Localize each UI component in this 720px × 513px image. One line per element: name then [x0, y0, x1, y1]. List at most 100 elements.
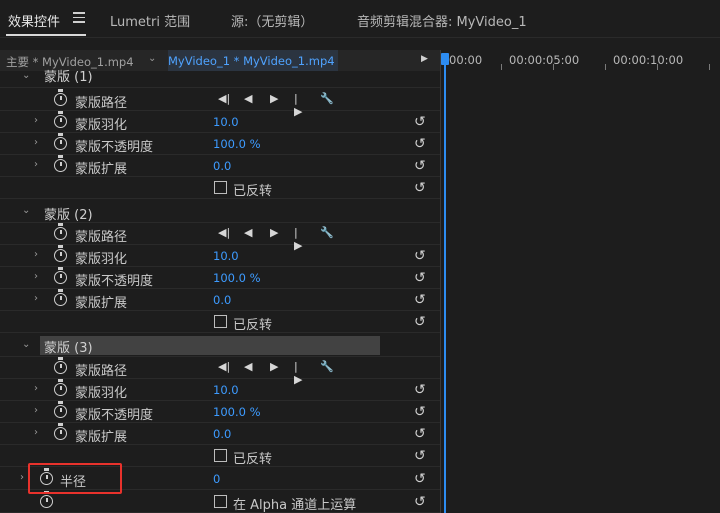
- chevron-down-icon[interactable]: ⌄: [22, 205, 30, 216]
- mask-path-row: 蒙版路径 ◀| ◀ ▶ |▶ 🔧: [0, 223, 440, 252]
- mask-opacity-value[interactable]: 100.0 %: [213, 405, 261, 419]
- chevron-down-icon[interactable]: ⌄: [148, 53, 156, 64]
- stopwatch-icon[interactable]: [54, 133, 67, 150]
- reset-icon[interactable]: ↺: [414, 292, 426, 308]
- time-ruler[interactable]: 00:00 00:00:05:00 00:00:10:00: [441, 50, 720, 70]
- mask-expansion-row: › 蒙版扩展 0.0 ↺: [0, 423, 440, 445]
- chevron-down-icon[interactable]: ⌄: [22, 70, 30, 81]
- reset-icon[interactable]: ↺: [414, 248, 426, 264]
- mask-opacity-value[interactable]: 100.0 %: [213, 271, 261, 285]
- checkbox-label: 在 Alpha 通道上运算: [233, 498, 357, 513]
- inverted-checkbox[interactable]: [214, 315, 227, 328]
- track-backward-icon[interactable]: ◀: [244, 92, 252, 105]
- stopwatch-icon[interactable]: [54, 401, 67, 418]
- stopwatch-icon[interactable]: [54, 245, 67, 262]
- mask-group-1[interactable]: ⌄ 蒙版 (1): [0, 66, 440, 88]
- mask-name: 蒙版 (3): [44, 341, 93, 356]
- stopwatch-icon[interactable]: [40, 491, 53, 508]
- track-forward-icon[interactable]: ▶: [270, 360, 278, 373]
- reset-icon[interactable]: ↺: [414, 180, 426, 196]
- chevron-right-icon[interactable]: ›: [20, 472, 24, 483]
- chevron-right-icon[interactable]: ›: [34, 249, 38, 260]
- mask-feather-value[interactable]: 10.0: [213, 383, 239, 397]
- mask-inverted-row: 已反转 ↺: [0, 311, 440, 333]
- tab-effect-controls[interactable]: 效果控件: [8, 11, 60, 30]
- track-backward-one-icon[interactable]: ◀|: [218, 226, 230, 239]
- track-forward-icon[interactable]: ▶: [270, 92, 278, 105]
- reset-icon[interactable]: ↺: [414, 158, 426, 174]
- mask-feather-value[interactable]: 10.0: [213, 115, 239, 129]
- inverted-checkbox[interactable]: [214, 181, 227, 194]
- reset-icon[interactable]: ↺: [414, 494, 426, 510]
- tab-lumetri-scopes[interactable]: Lumetri 范围: [110, 11, 190, 30]
- ruler-tick: [709, 64, 710, 70]
- wrench-icon[interactable]: 🔧: [320, 360, 334, 373]
- mask-group-2[interactable]: ⌄ 蒙版 (2): [0, 201, 440, 223]
- mask-path-row: 蒙版路径 ◀| ◀ ▶ |▶ 🔧: [0, 357, 440, 386]
- reset-icon[interactable]: ↺: [414, 114, 426, 130]
- playhead-line: [444, 64, 446, 513]
- reset-icon[interactable]: ↺: [414, 382, 426, 398]
- stopwatch-icon[interactable]: [54, 155, 67, 172]
- inverted-checkbox[interactable]: [214, 449, 227, 462]
- property-label: 蒙版羽化: [75, 118, 128, 133]
- chevron-right-icon[interactable]: ›: [34, 405, 38, 416]
- reset-icon[interactable]: ↺: [414, 426, 426, 442]
- mask-feather-value[interactable]: 10.0: [213, 249, 239, 263]
- mask-group-3[interactable]: ⌄ 蒙版 (3): [0, 335, 440, 357]
- mask-feather-row: › 蒙版羽化 10.0 ↺: [0, 111, 440, 133]
- reset-icon[interactable]: ↺: [414, 404, 426, 420]
- effect-timeline[interactable]: 00:00 00:00:05:00 00:00:10:00: [440, 50, 720, 513]
- chevron-down-icon[interactable]: ⌄: [22, 339, 30, 350]
- property-label: 蒙版不透明度: [75, 408, 154, 423]
- chevron-right-icon[interactable]: ›: [34, 137, 38, 148]
- chevron-right-icon[interactable]: ›: [34, 293, 38, 304]
- stopwatch-icon[interactable]: [54, 357, 67, 374]
- timecode-label: 00:00:10:00: [613, 53, 684, 67]
- stopwatch-icon[interactable]: [54, 223, 67, 240]
- track-forward-icon[interactable]: ▶: [270, 226, 278, 239]
- mask-path-row: 蒙版路径 ◀| ◀ ▶ |▶ 🔧: [0, 89, 440, 118]
- reset-icon[interactable]: ↺: [414, 270, 426, 286]
- reset-icon[interactable]: ↺: [414, 136, 426, 152]
- wrench-icon[interactable]: 🔧: [320, 92, 334, 105]
- highlight-box: [28, 463, 122, 494]
- chevron-right-icon[interactable]: ›: [34, 271, 38, 282]
- mask-expansion-value[interactable]: 0.0: [213, 159, 231, 173]
- property-label: 蒙版路径: [75, 96, 128, 111]
- property-label: 蒙版不透明度: [75, 274, 154, 289]
- tab-source[interactable]: 源:（无剪辑）: [231, 11, 313, 30]
- stopwatch-icon[interactable]: [54, 111, 67, 128]
- mask-expansion-value[interactable]: 0.0: [213, 427, 231, 441]
- reset-icon[interactable]: ↺: [414, 471, 426, 487]
- play-triangle-icon[interactable]: ▶: [421, 54, 428, 64]
- reset-icon[interactable]: ↺: [414, 314, 426, 330]
- chevron-right-icon[interactable]: ›: [34, 115, 38, 126]
- chevron-right-icon[interactable]: ›: [34, 383, 38, 394]
- panel-menu-icon[interactable]: [73, 12, 85, 23]
- mask-expansion-value[interactable]: 0.0: [213, 293, 231, 307]
- chevron-right-icon[interactable]: ›: [34, 159, 38, 170]
- property-label: 蒙版扩展: [75, 296, 128, 311]
- ruler-tick: [553, 64, 554, 70]
- mask-opacity-value[interactable]: 100.0 %: [213, 137, 261, 151]
- property-label: 蒙版路径: [75, 230, 128, 245]
- track-backward-one-icon[interactable]: ◀|: [218, 360, 230, 373]
- track-backward-one-icon[interactable]: ◀|: [218, 92, 230, 105]
- tab-audio-clip-mixer[interactable]: 音频剪辑混合器: MyVideo_1: [357, 11, 527, 30]
- alpha-channel-checkbox[interactable]: [214, 495, 227, 508]
- wrench-icon[interactable]: 🔧: [320, 226, 334, 239]
- chevron-right-icon[interactable]: ›: [34, 427, 38, 438]
- stopwatch-icon[interactable]: [54, 379, 67, 396]
- stopwatch-icon[interactable]: [54, 267, 67, 284]
- track-backward-icon[interactable]: ◀: [244, 360, 252, 373]
- track-backward-icon[interactable]: ◀: [244, 226, 252, 239]
- reset-icon[interactable]: ↺: [414, 448, 426, 464]
- radius-value[interactable]: 0: [213, 472, 220, 486]
- mask-name: 蒙版 (2): [44, 208, 93, 223]
- stopwatch-icon[interactable]: [54, 89, 67, 106]
- stopwatch-icon[interactable]: [54, 423, 67, 440]
- stopwatch-icon[interactable]: [54, 289, 67, 306]
- property-label: 蒙版不透明度: [75, 140, 154, 155]
- playhead[interactable]: [441, 50, 449, 513]
